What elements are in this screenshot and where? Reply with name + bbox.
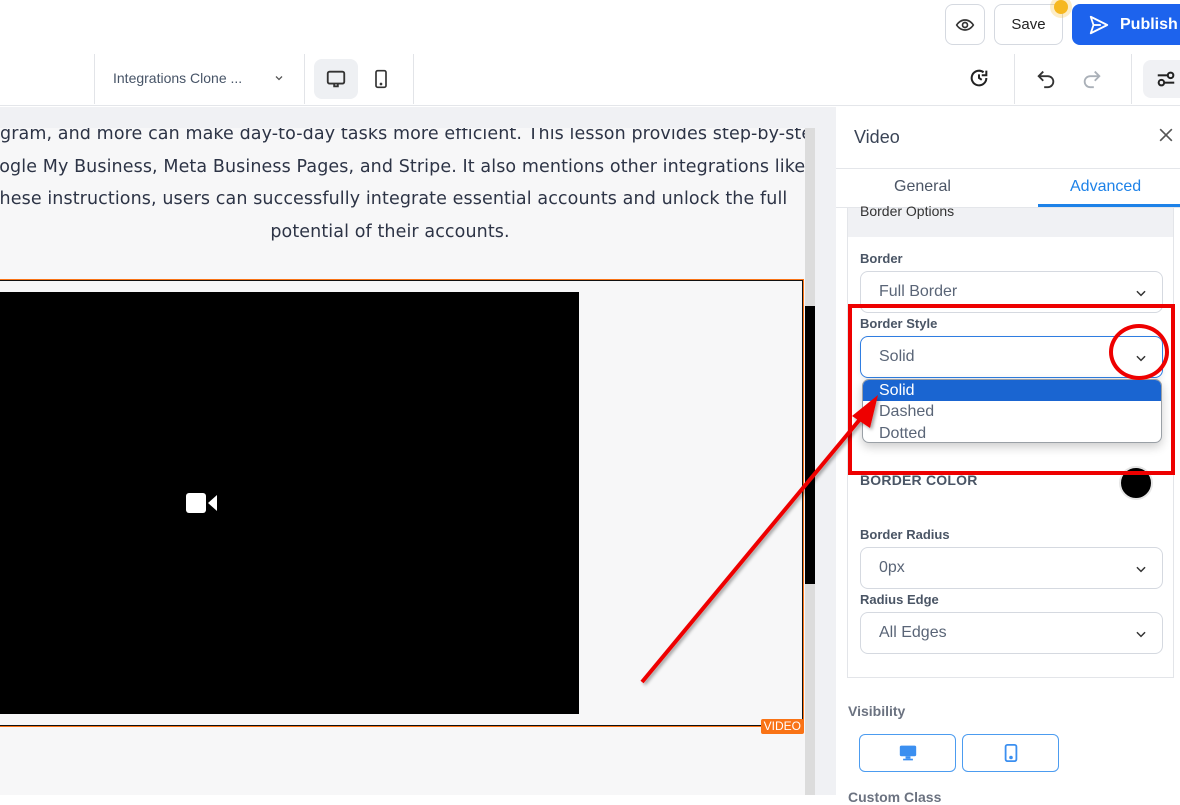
- border-label: Border: [860, 251, 903, 266]
- editor-canvas: Instagram, and more can make day-to-day …: [0, 107, 836, 795]
- visibility-mobile-toggle[interactable]: [962, 734, 1059, 772]
- editor-toolbar: Integrations Clone ...: [0, 50, 1180, 106]
- mobile-icon: [375, 69, 387, 89]
- desktop-icon: [899, 745, 916, 761]
- redo-button[interactable]: [1079, 65, 1105, 91]
- settings-button[interactable]: [1143, 60, 1180, 98]
- border-radius-label: Border Radius: [860, 527, 950, 542]
- group-title: Border Options: [860, 203, 955, 219]
- mobile-mode-button[interactable]: [359, 59, 403, 99]
- radius-edge-select[interactable]: All Edges: [860, 612, 1163, 654]
- divider: [304, 54, 305, 104]
- canvas-scrollbar-thumb[interactable]: [805, 306, 815, 584]
- chevron-down-icon: [1136, 290, 1146, 297]
- redo-icon: [1083, 70, 1101, 89]
- tab-advanced[interactable]: Advanced: [1070, 178, 1141, 196]
- top-bar: Save Publish: [0, 0, 1180, 50]
- tab-general[interactable]: General: [894, 178, 951, 196]
- chevron-down-icon: [1136, 566, 1146, 573]
- send-icon: [1089, 15, 1109, 34]
- visibility-label: Visibility: [848, 703, 906, 719]
- unsaved-indicator: [1054, 0, 1068, 14]
- paragraph-line: Google My Business, Meta Business Pages,…: [0, 156, 805, 177]
- mobile-icon: [1004, 744, 1017, 762]
- divider: [94, 54, 95, 104]
- save-button[interactable]: Save: [994, 4, 1063, 45]
- select-value: 0px: [879, 559, 905, 576]
- video-player[interactable]: [0, 292, 579, 714]
- publish-label: Publish: [1120, 15, 1178, 33]
- undo-icon: [1037, 70, 1055, 89]
- history-icon: [970, 69, 988, 87]
- close-icon[interactable]: [1156, 125, 1176, 145]
- divider: [413, 54, 414, 104]
- annotation-highlight-circle: [1109, 324, 1169, 380]
- divider: [1131, 54, 1132, 104]
- video-element[interactable]: VIDEO: [0, 279, 804, 734]
- custom-class-label: Custom Class: [848, 789, 942, 805]
- publish-button[interactable]: Publish: [1072, 4, 1180, 45]
- video-camera-icon: [186, 493, 217, 513]
- paragraph-line: these instructions, users can successful…: [0, 189, 788, 209]
- undo-button[interactable]: [1033, 65, 1059, 91]
- paragraph-line: potential of their accounts.: [270, 221, 510, 242]
- save-label: Save: [1011, 16, 1046, 33]
- lesson-paragraph[interactable]: Instagram, and more can make day-to-day …: [0, 128, 805, 248]
- video-badge: VIDEO: [760, 719, 804, 734]
- visibility-desktop-toggle[interactable]: [859, 734, 956, 772]
- divider: [1014, 54, 1015, 104]
- divider: [836, 168, 1180, 169]
- group-header[interactable]: Border Options: [848, 203, 1173, 237]
- radius-edge-label: Radius Edge: [860, 592, 939, 607]
- preview-button[interactable]: [945, 4, 985, 45]
- border-radius-select[interactable]: 0px: [860, 547, 1163, 589]
- select-value: All Edges: [879, 624, 947, 641]
- eye-icon: [955, 18, 975, 31]
- desktop-mode-button[interactable]: [314, 59, 358, 99]
- sliders-icon: [1157, 71, 1174, 87]
- desktop-icon: [326, 70, 346, 88]
- active-tab-indicator: [1038, 204, 1180, 207]
- chevron-down-icon[interactable]: [273, 72, 285, 84]
- page-selector[interactable]: Integrations Clone ...: [113, 70, 242, 86]
- panel-title: Video: [854, 127, 900, 147]
- page-preview: Instagram, and more can make day-to-day …: [0, 128, 805, 795]
- chevron-down-icon: [1136, 631, 1146, 638]
- select-value: Full Border: [879, 283, 958, 300]
- history-button[interactable]: [966, 65, 992, 91]
- paragraph-line: Instagram, and more can make day-to-day …: [0, 128, 805, 144]
